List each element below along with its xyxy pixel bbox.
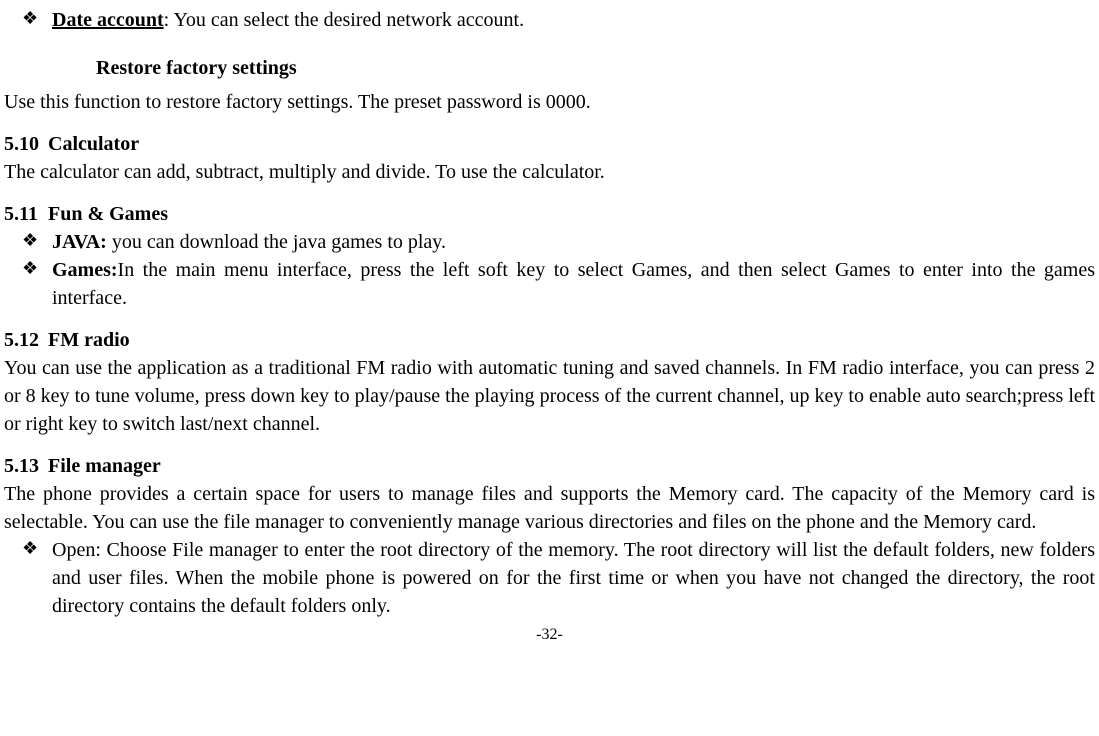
- restore-heading: Restore factory settings: [96, 54, 1095, 82]
- section-number: 5.11: [4, 200, 48, 228]
- bullet-content: JAVA: you can download the java games to…: [52, 228, 1095, 256]
- diamond-bullet-icon: ❖: [22, 6, 52, 34]
- section-number: 5.13: [4, 452, 48, 480]
- section-title: FM radio: [48, 329, 130, 351]
- bullet-content: Games:In the main menu interface, press …: [52, 256, 1095, 312]
- section-5-13-heading: 5.13File manager: [4, 452, 1095, 480]
- section-title: Fun & Games: [48, 203, 168, 225]
- section-5-11-heading: 5.11Fun & Games: [4, 200, 1095, 228]
- diamond-bullet-icon: ❖: [22, 256, 52, 312]
- diamond-bullet-icon: ❖: [22, 228, 52, 256]
- java-label: JAVA:: [52, 231, 107, 253]
- section-title: File manager: [48, 455, 161, 477]
- games-label: Games:: [52, 259, 118, 281]
- page-number: -32-: [4, 624, 1095, 646]
- section-number: 5.12: [4, 326, 48, 354]
- date-account-label: Date account: [52, 9, 164, 31]
- bullet-java: ❖ JAVA: you can download the java games …: [22, 228, 1095, 256]
- bullet-date-account: ❖ Date account: You can select the desir…: [22, 6, 1095, 34]
- section-5-10-heading: 5.10Calculator: [4, 130, 1095, 158]
- diamond-bullet-icon: ❖: [22, 536, 52, 620]
- section-5-12-text: You can use the application as a traditi…: [4, 354, 1095, 438]
- section-number: 5.10: [4, 130, 48, 158]
- java-text: you can download the java games to play.: [107, 231, 446, 253]
- section-5-12-heading: 5.12FM radio: [4, 326, 1095, 354]
- games-text: In the main menu interface, press the le…: [52, 259, 1095, 309]
- section-5-13-text: The phone provides a certain space for u…: [4, 480, 1095, 536]
- bullet-games: ❖ Games:In the main menu interface, pres…: [22, 256, 1095, 312]
- bullet-content: Date account: You can select the desired…: [52, 6, 1095, 34]
- date-account-text: : You can select the desired network acc…: [164, 9, 524, 31]
- section-title: Calculator: [48, 133, 139, 155]
- restore-text: Use this function to restore factory set…: [4, 88, 1095, 116]
- bullet-open: ❖ Open: Choose File manager to enter the…: [22, 536, 1095, 620]
- section-5-10-text: The calculator can add, subtract, multip…: [4, 158, 1095, 186]
- open-text: Open: Choose File manager to enter the r…: [52, 536, 1095, 620]
